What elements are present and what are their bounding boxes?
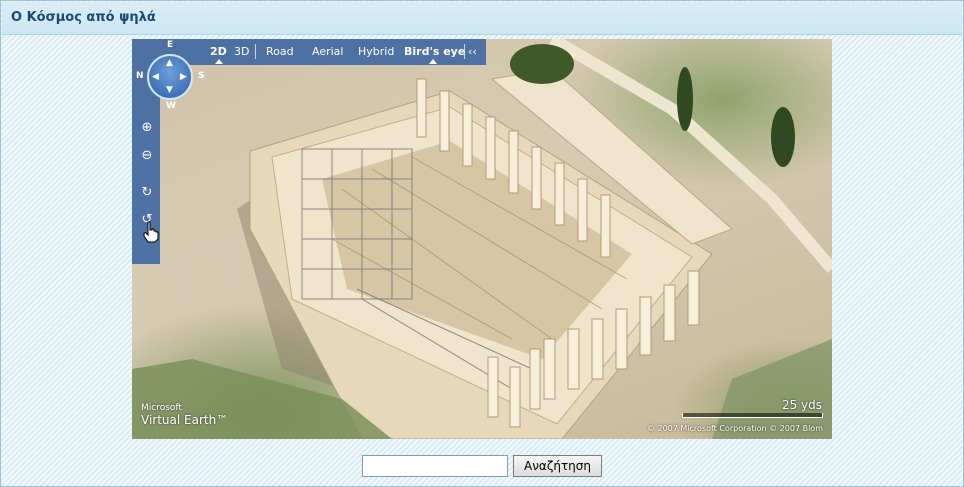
scale-label: 25 yds: [781, 398, 822, 412]
style-aerial[interactable]: Aerial: [312, 45, 343, 58]
compass-south-label: S: [198, 71, 205, 81]
style-road[interactable]: Road: [266, 45, 294, 58]
pan-down-icon[interactable]: ▼: [166, 86, 173, 95]
style-birds-eye-indicator-icon: [429, 59, 437, 64]
zoom-out-icon[interactable]: ⊖: [139, 148, 155, 164]
style-hybrid[interactable]: Hybrid: [358, 45, 394, 58]
widget-title: Ο Κόσμος από ψηλά: [11, 10, 156, 25]
style-separator: [464, 44, 465, 59]
collapse-toolbar-icon[interactable]: ‹‹: [468, 45, 477, 58]
style-2d[interactable]: 2D: [210, 45, 227, 58]
style-2d-indicator-icon: [215, 59, 223, 64]
compass-west-label: W: [166, 101, 176, 111]
widget-header: Ο Κόσμος από ψηλά: [2, 2, 962, 35]
zoom-in-icon[interactable]: ⊕: [139, 120, 155, 136]
aerial-imagery: [132, 39, 832, 439]
map-copyright: © 2007 Microsoft Corporation © 2007 Blom: [646, 424, 823, 433]
pan-right-icon[interactable]: ▶: [180, 73, 187, 82]
hand-pointer-icon: [143, 221, 159, 243]
style-separator: [255, 44, 256, 59]
pan-up-icon[interactable]: ▲: [166, 59, 173, 68]
scale-bar: [682, 413, 823, 418]
virtual-earth-logo: Microsoft Virtual Earth™: [141, 403, 228, 427]
style-birds-eye[interactable]: Bird's eye: [404, 45, 465, 58]
style-3d[interactable]: 3D: [234, 45, 249, 58]
pan-left-icon[interactable]: ◀: [152, 73, 159, 82]
search-button[interactable]: Αναζήτηση: [513, 455, 602, 477]
search-input[interactable]: [362, 455, 508, 477]
logo-line-microsoft: Microsoft: [141, 403, 182, 413]
map-viewport[interactable]: E N S W ▲ ▼ ◀ ▶ ⊕ ⊖ ↻ ↺ 2D 3D Road Aeria…: [132, 39, 832, 439]
rotate-clockwise-icon[interactable]: ↻: [139, 185, 155, 201]
compass-north-label: N: [136, 71, 144, 81]
compass-control[interactable]: ▲ ▼ ◀ ▶: [147, 54, 193, 100]
compass-east-label: E: [167, 40, 174, 50]
logo-line-virtual-earth: Virtual Earth™: [141, 413, 229, 427]
